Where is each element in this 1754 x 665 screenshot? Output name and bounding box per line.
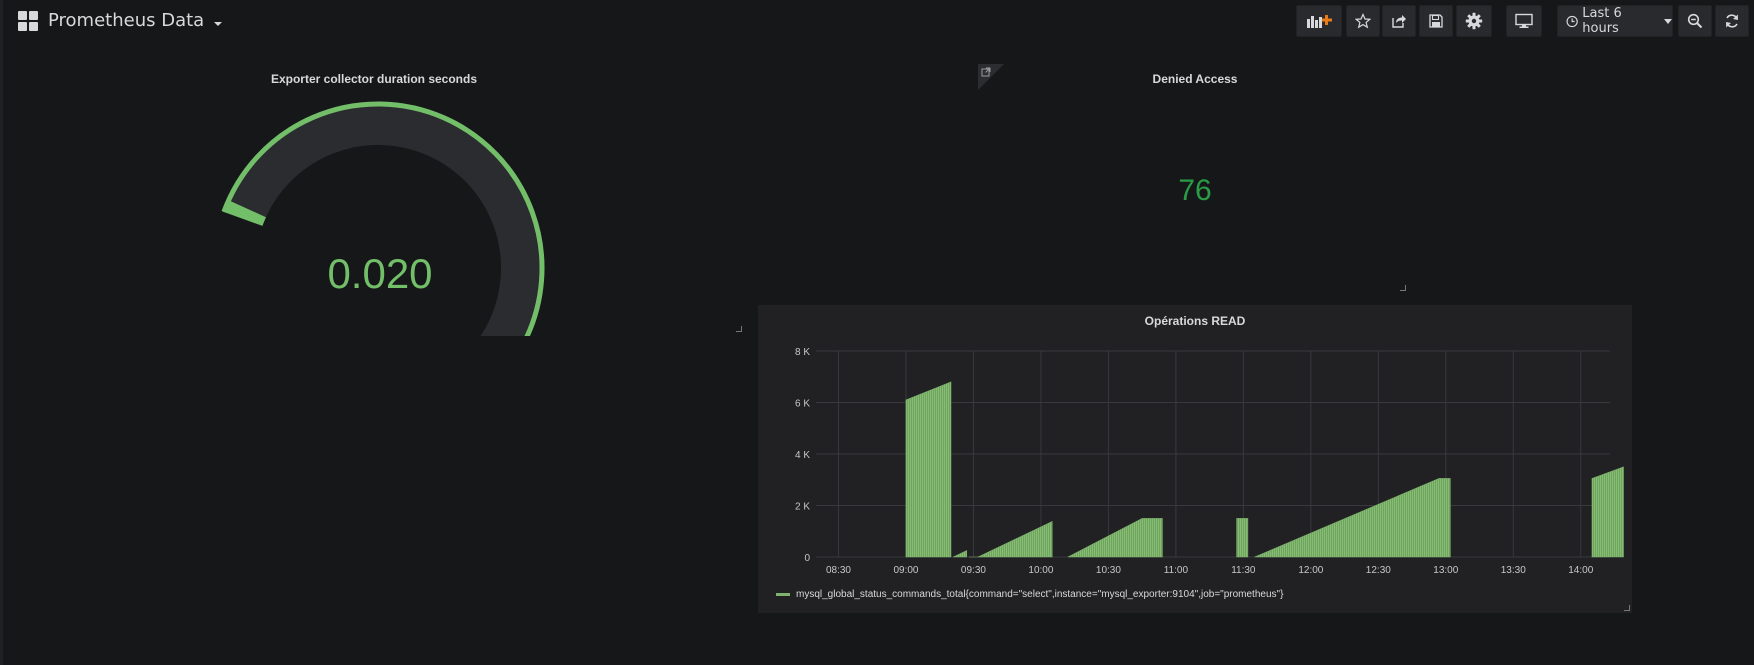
star-button[interactable] xyxy=(1346,5,1380,37)
series-area-segment xyxy=(905,381,952,558)
time-range-label: Last 6 hours xyxy=(1582,6,1622,36)
panel-resize-handle[interactable] xyxy=(1624,605,1630,611)
tv-mode-button[interactable] xyxy=(1506,5,1542,37)
dashboard-navbar: Prometheus Data Last 6 hours xyxy=(0,0,1754,42)
graph-panel-title[interactable]: Opérations READ xyxy=(1045,314,1345,328)
x-tick-label: 09:00 xyxy=(893,565,918,576)
stat-value: 76 xyxy=(1178,174,1212,207)
zoom-out-icon xyxy=(1687,13,1703,29)
gauge-value-fill xyxy=(222,199,267,227)
graph-legend[interactable]: mysql_global_status_commands_total{comma… xyxy=(776,589,1283,600)
stat-panel-title[interactable]: Denied Access xyxy=(1095,72,1295,86)
time-picker-button[interactable]: Last 6 hours xyxy=(1557,5,1673,37)
x-tick-label: 12:30 xyxy=(1366,565,1391,576)
y-tick-label: 8 K xyxy=(795,347,810,358)
x-tick-label: 11:00 xyxy=(1164,565,1189,576)
left-edge-strip xyxy=(0,0,3,665)
graph-chart: 0 2 K 4 K 6 K 8 K 08:30 09:00 09:30 10:00 10:30 11… xyxy=(795,347,1624,576)
y-tick-label: 2 K xyxy=(795,502,810,513)
legend-series-label: mysql_global_status_commands_total{comma… xyxy=(796,589,1284,600)
gear-icon xyxy=(1465,12,1483,30)
graph-series-area xyxy=(905,381,1624,558)
chevron-down-icon xyxy=(214,21,223,26)
graph-panel: 0 2 K 4 K 6 K 8 K 08:30 09:00 09:30 10:00 10:30 11… xyxy=(758,305,1632,613)
dashboard-title-picker[interactable]: Prometheus Data xyxy=(18,10,223,31)
dashboard-title: Prometheus Data xyxy=(48,10,205,31)
x-tick-label: 12:00 xyxy=(1298,565,1323,576)
star-icon xyxy=(1355,13,1371,29)
x-tick-label: 08:30 xyxy=(826,565,851,576)
add-panel-icon xyxy=(1307,15,1332,28)
monitor-icon xyxy=(1515,13,1533,28)
panel-link-icon[interactable] xyxy=(978,64,1004,90)
x-tick-label: 09:30 xyxy=(961,565,986,576)
gauge-track xyxy=(222,103,543,336)
refresh-button[interactable] xyxy=(1715,5,1749,37)
y-tick-label: 0 xyxy=(804,553,810,564)
panel-resize-handle[interactable] xyxy=(736,326,742,332)
chevron-down-icon xyxy=(1664,18,1672,24)
save-icon xyxy=(1429,14,1443,28)
series-area-segment xyxy=(1254,478,1451,558)
add-panel-button[interactable] xyxy=(1296,5,1342,37)
refresh-icon xyxy=(1726,14,1738,28)
gauge-chart xyxy=(221,101,545,336)
gauge-value: 0.020 xyxy=(327,250,433,297)
x-tick-label: 13:00 xyxy=(1433,565,1458,576)
zoom-out-button[interactable] xyxy=(1678,5,1712,37)
series-area-segment xyxy=(1591,466,1624,558)
x-tick-label: 11:30 xyxy=(1231,565,1256,576)
x-tick-label: 10:00 xyxy=(1028,565,1053,576)
gauge-panel-title[interactable]: Exporter collector duration seconds xyxy=(214,72,534,86)
x-tick-label: 10:30 xyxy=(1096,565,1121,576)
share-icon xyxy=(1392,15,1406,28)
clock-icon xyxy=(1566,15,1578,27)
series-area-segment xyxy=(1067,518,1163,558)
x-tick-label: 13:30 xyxy=(1501,565,1526,576)
y-tick-label: 6 K xyxy=(795,399,810,410)
panel-resize-handle[interactable] xyxy=(1400,285,1406,291)
y-tick-label: 4 K xyxy=(795,450,810,461)
share-button[interactable] xyxy=(1382,5,1416,37)
series-area-segment xyxy=(953,550,968,558)
settings-button[interactable] xyxy=(1456,5,1492,37)
save-button[interactable] xyxy=(1419,5,1453,37)
x-tick-label: 14:00 xyxy=(1568,565,1593,576)
series-area-segment xyxy=(1236,518,1249,558)
legend-series-swatch xyxy=(776,593,790,596)
dashboard-grid-icon xyxy=(18,10,38,31)
series-area-segment xyxy=(968,520,1053,558)
